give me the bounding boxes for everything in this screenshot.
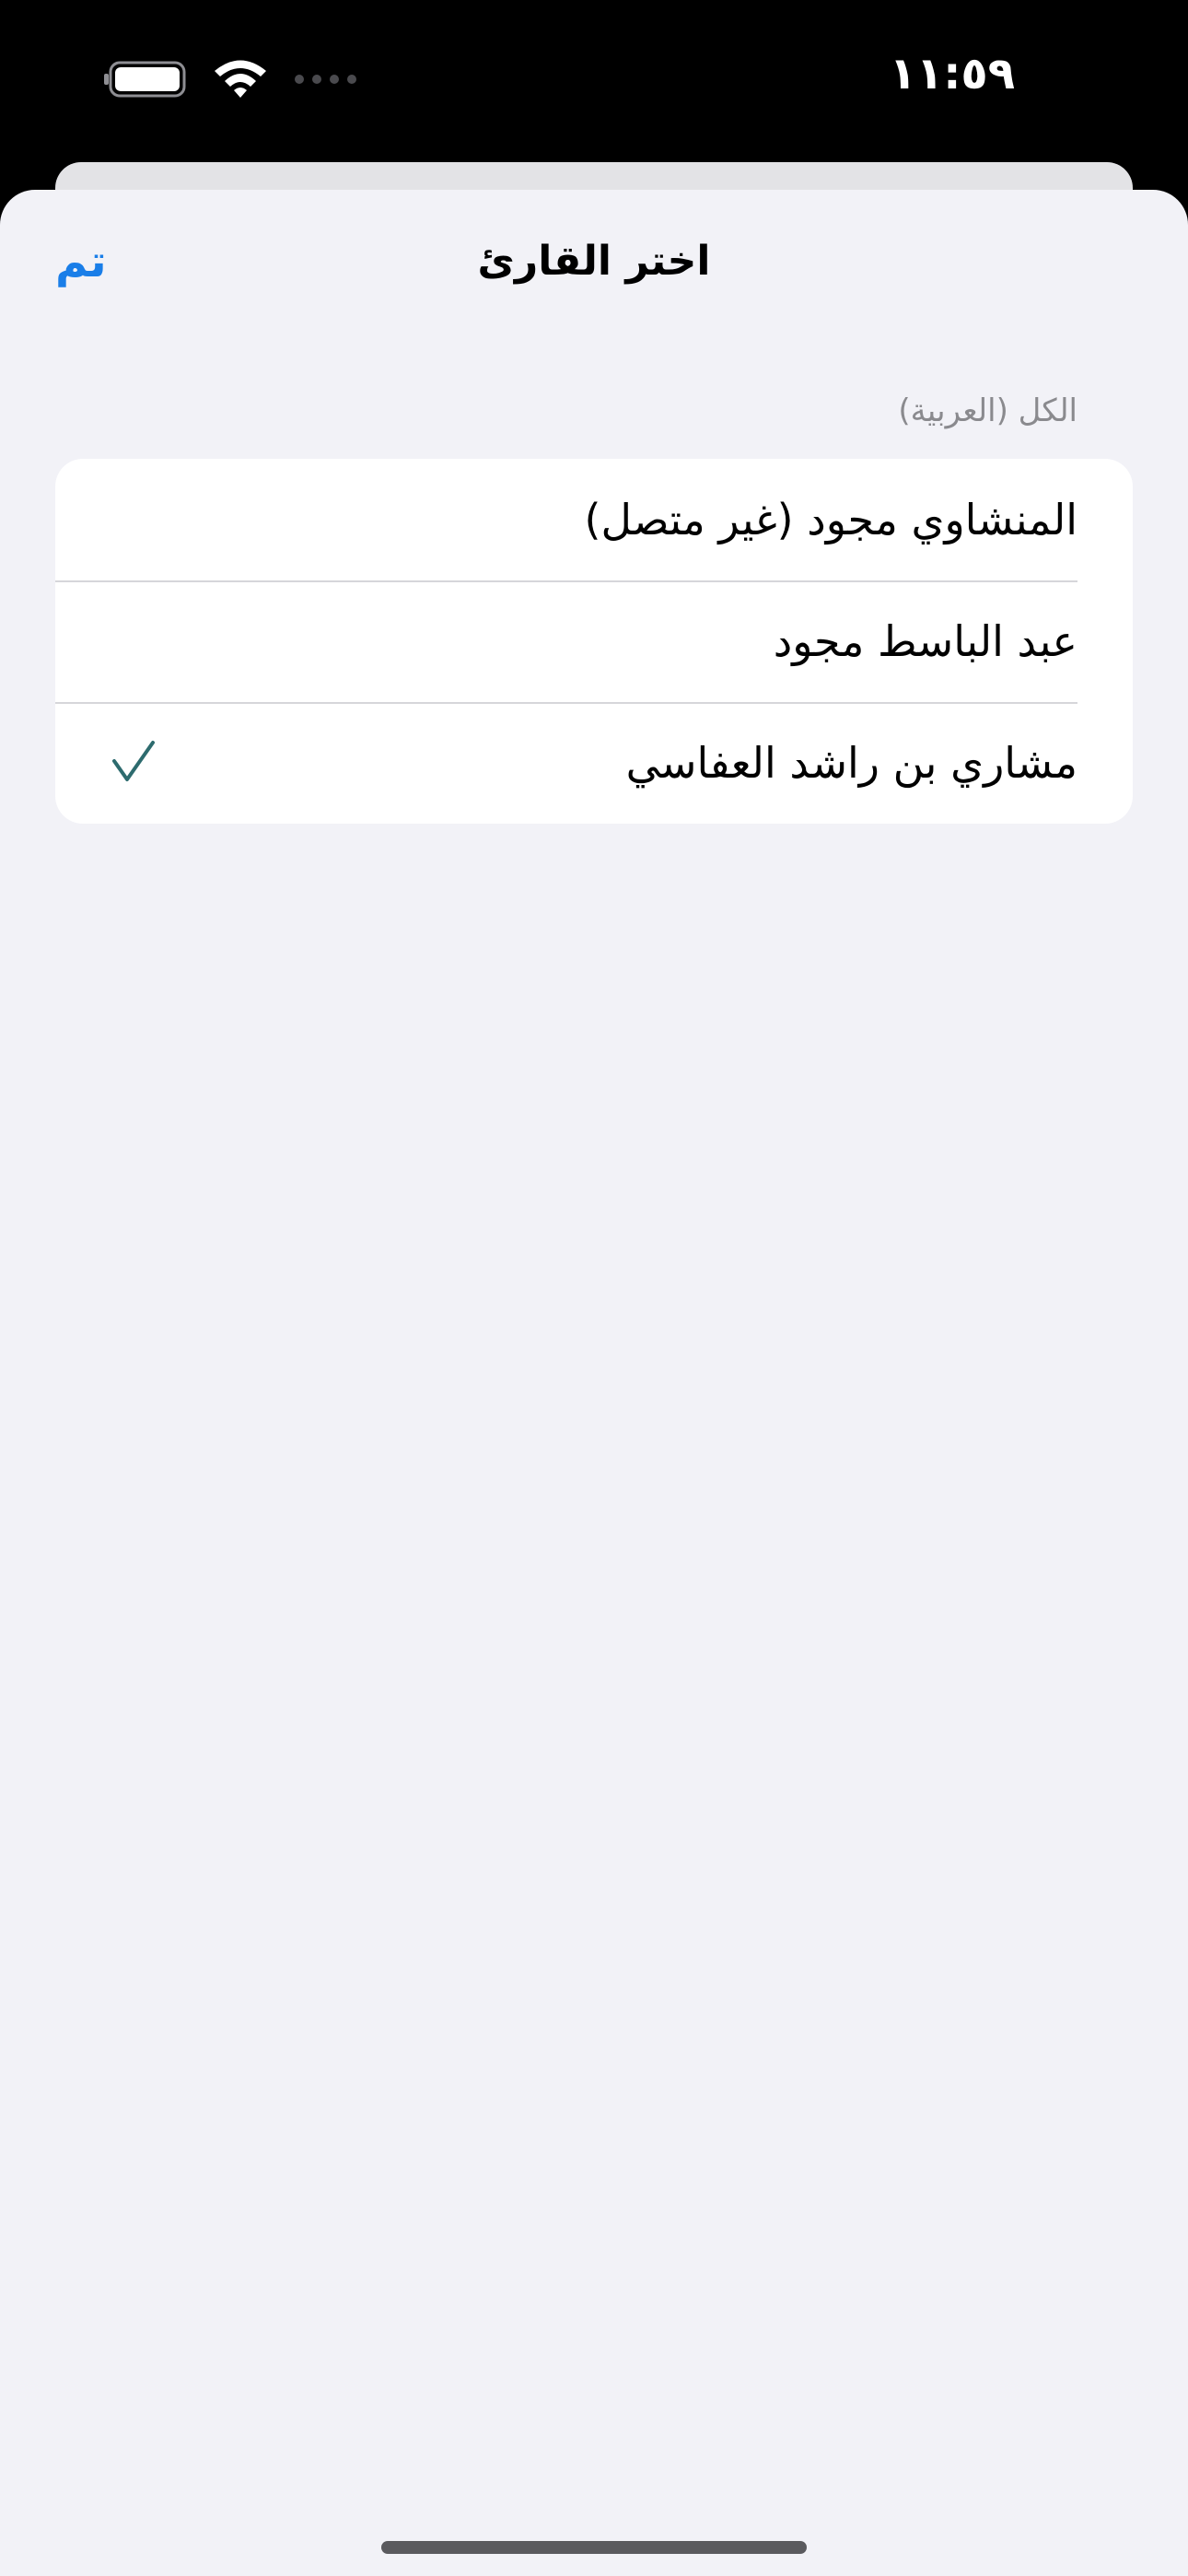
reciter-label: المنشاوي مجود (غير متصل) [584,495,1077,544]
status-time: ١١:٥٩ [889,48,1015,100]
page-title: اختر القارئ [477,238,711,285]
navigation-bar: تم اختر القارئ [0,190,1188,346]
battery-icon [104,61,186,98]
reciter-label: عبد الباسط مجود [773,616,1077,666]
reciter-item-minshawi[interactable]: المنشاوي مجود (غير متصل) [55,459,1133,580]
reciter-list: المنشاوي مجود (غير متصل) عبد الباسط مجود… [55,459,1133,824]
status-icons [103,57,359,101]
reciter-picker-sheet: تم اختر القارئ الكل (العربية) المنشاوي م… [0,190,1188,2576]
home-indicator[interactable] [381,2541,807,2554]
checkmark-icon [112,741,155,781]
wifi-icon [215,60,266,98]
screen: ١١:٥٩ تم اختر القارئ الكل (العربية) المن… [0,0,1188,2576]
reciter-item-abdulbasit[interactable]: عبد الباسط مجود [55,580,1133,702]
reciter-label: مشاري بن راشد العفاسي [625,738,1077,788]
status-bar: ١١:٥٩ [0,0,1188,162]
signal-icon [295,75,356,84]
reciter-item-alafasy[interactable]: مشاري بن راشد العفاسي [55,702,1133,824]
section-header: الكل (العربية) [898,392,1077,429]
